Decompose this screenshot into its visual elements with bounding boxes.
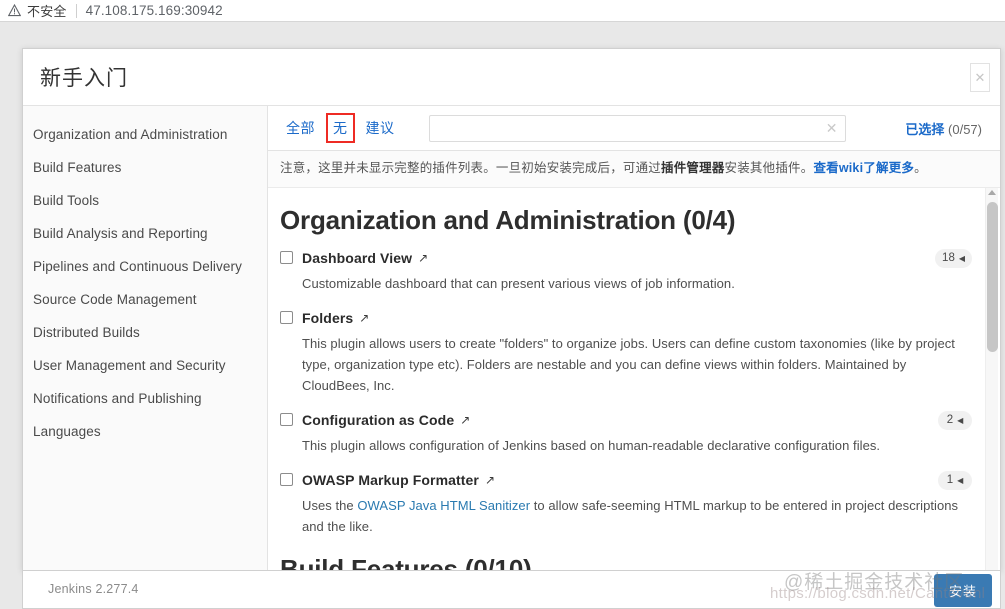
plugin-item-folders: Folders ↗ This plugin allows users to cr…: [280, 310, 972, 396]
category-heading-build-features: Build Features (0/10): [280, 554, 532, 571]
external-link-icon[interactable]: ↗: [485, 473, 495, 487]
sidebar-item-build-tools[interactable]: Build Tools: [23, 184, 267, 217]
plugin-toolbar: 全部 无 建议 ✕ 已选择 (0/57): [268, 106, 1000, 151]
sidebar-item-pipelines-and-continuous-delivery[interactable]: Pipelines and Continuous Delivery: [23, 250, 267, 283]
plugin-name-folders: Folders: [302, 309, 354, 326]
plugin-name-dashboard-view: Dashboard View: [302, 249, 413, 266]
sidebar-item-notifications-and-publishing[interactable]: Notifications and Publishing: [23, 382, 267, 415]
plugin-notice: 注意，这里并未显示完整的插件列表。一旦初始安装完成后，可通过插件管理器安装其他插…: [268, 151, 1000, 188]
sidebar-item-user-management-and-security[interactable]: User Management and Security: [23, 349, 267, 382]
sidebar-item-organization-and-administration[interactable]: Organization and Administration: [23, 118, 267, 151]
warning-triangle-icon: [8, 4, 21, 17]
sidebar-item-languages[interactable]: Languages: [23, 415, 267, 448]
sidebar-item-build-analysis-and-reporting[interactable]: Build Analysis and Reporting: [23, 217, 267, 250]
dialog-body: Organization and Administration Build Fe…: [23, 106, 1000, 571]
category-sidebar: Organization and Administration Build Fe…: [23, 106, 268, 570]
dependency-badge-configuration-as-code[interactable]: 2 ◀: [938, 410, 972, 430]
search-container: ✕: [428, 114, 846, 142]
scrollbar-thumb[interactable]: [987, 201, 998, 352]
clear-icon[interactable]: ✕: [826, 121, 838, 135]
plugin-name-owasp-markup-formatter: OWASP Markup Formatter: [302, 471, 479, 488]
dependency-count: 18: [942, 252, 955, 265]
url-text[interactable]: 47.108.175.169:30942: [86, 3, 223, 18]
external-link-icon[interactable]: ↗: [460, 413, 470, 427]
plugin-header: Folders ↗: [280, 310, 972, 326]
selected-count-value: (0/57): [948, 121, 982, 137]
caret-left-icon: ◀: [957, 475, 964, 485]
plugin-description-configuration-as-code: This plugin allows configuration of Jenk…: [302, 437, 881, 453]
dependency-badge-dashboard-view[interactable]: 18 ◀: [935, 248, 972, 268]
tab-all[interactable]: 全部: [278, 115, 323, 141]
external-link-icon[interactable]: ↗: [418, 251, 428, 265]
plugin-list[interactable]: Organization and Administration (0/4) Da…: [268, 187, 1000, 571]
plugin-header: Configuration as Code ↗: [280, 412, 972, 428]
sidebar-item-build-features[interactable]: Build Features: [23, 151, 267, 184]
notice-wiki-link[interactable]: 查看wiki了解更多: [813, 161, 914, 175]
sidebar-item-distributed-builds[interactable]: Distributed Builds: [23, 316, 267, 349]
plugin-list-scrollbar[interactable]: [985, 187, 998, 570]
plugin-item-configuration-as-code: Configuration as Code ↗ 2 ◀ This plugin …: [280, 410, 972, 456]
dependency-count: 2: [946, 414, 954, 427]
address-divider: [75, 3, 77, 18]
selected-count: 已选择 (0/57): [905, 119, 988, 138]
close-icon[interactable]: ✕: [970, 63, 990, 92]
plugin-header: Dashboard View ↗: [280, 250, 972, 266]
dependency-badge-owasp-markup-formatter[interactable]: 1 ◀: [938, 470, 972, 490]
dialog-footer: Jenkins 2.277.4 安装: [22, 571, 1001, 609]
tab-suggested[interactable]: 建议: [358, 115, 403, 141]
desc-prefix: Uses the: [302, 497, 358, 513]
plugin-checkbox-folders[interactable]: [280, 311, 293, 325]
notice-text-part3: 。: [914, 161, 927, 175]
plugin-name-configuration-as-code: Configuration as Code: [302, 411, 455, 428]
plugin-header: OWASP Markup Formatter ↗: [280, 472, 972, 488]
notice-plugin-manager: 插件管理器: [661, 161, 725, 175]
browser-address-bar[interactable]: 不安全 47.108.175.169:30942: [0, 0, 1005, 21]
external-link-icon[interactable]: ↗: [359, 311, 369, 325]
plugin-item-dashboard-view: Dashboard View ↗ 18 ◀ Customizable dashb…: [280, 248, 972, 294]
plugin-checkbox-owasp-markup-formatter[interactable]: [280, 473, 293, 487]
selected-count-label: 已选择: [905, 121, 945, 137]
sidebar-item-source-code-management[interactable]: Source Code Management: [23, 283, 267, 316]
plugin-description-folders: This plugin allows users to create "fold…: [302, 335, 955, 393]
page-title: 新手入门: [40, 67, 128, 90]
dependency-count: 1: [946, 474, 954, 487]
plugin-item-owasp-markup-formatter: OWASP Markup Formatter ↗ 1 ◀ Uses the OW…: [280, 470, 972, 537]
security-status-label: 不安全: [27, 4, 67, 19]
owasp-sanitizer-link[interactable]: OWASP Java HTML Sanitizer: [357, 498, 530, 513]
category-heading-organization-and-administration: Organization and Administration (0/4): [280, 204, 736, 235]
install-button[interactable]: 安装: [933, 574, 992, 607]
dialog-header: 新手入门 ✕: [23, 49, 1000, 106]
plugin-checkbox-dashboard-view[interactable]: [280, 251, 293, 265]
search-input[interactable]: [428, 114, 846, 142]
tab-none[interactable]: 无: [326, 113, 355, 143]
plugin-description-dashboard-view: Customizable dashboard that can present …: [302, 275, 735, 291]
caret-left-icon: ◀: [958, 253, 965, 263]
jenkins-version-label: Jenkins 2.277.4: [48, 582, 139, 596]
caret-left-icon: ◀: [957, 415, 964, 425]
filter-tabs: 全部 无 建议: [278, 113, 403, 143]
notice-text-part2: 安装其他插件。: [724, 161, 814, 175]
getting-started-dialog: 新手入门 ✕ Organization and Administration B…: [22, 48, 1001, 571]
plugin-description-owasp-markup-formatter: Uses the OWASP Java HTML Sanitizer to al…: [302, 495, 972, 537]
plugin-pane: 全部 无 建议 ✕ 已选择 (0/57) 注意，这里并未显示完整的插件列表。一旦…: [268, 106, 1000, 571]
scroll-up-arrow-icon[interactable]: [988, 189, 996, 195]
plugin-checkbox-configuration-as-code[interactable]: [280, 413, 293, 427]
notice-text-part1: 注意，这里并未显示完整的插件列表。一旦初始安装完成后，可通过: [280, 161, 662, 175]
